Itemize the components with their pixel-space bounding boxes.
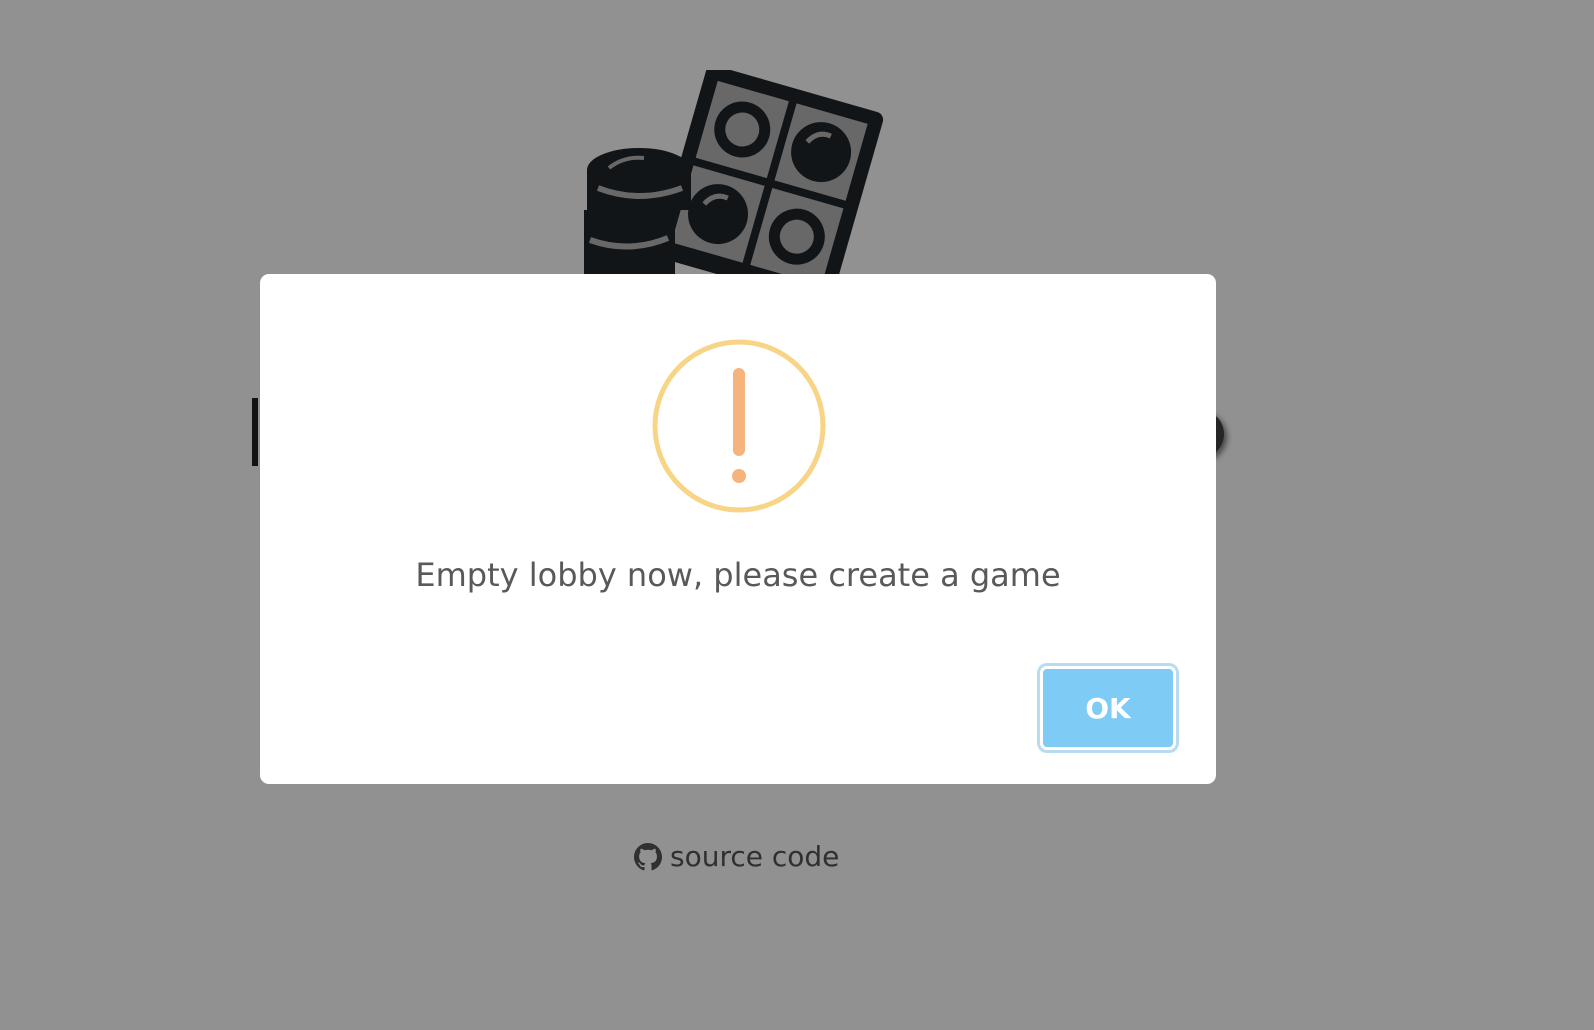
ok-button[interactable]: OK bbox=[1037, 663, 1179, 753]
warning-exclamation-icon bbox=[652, 339, 826, 513]
alert-message: Empty lobby now, please create a game bbox=[415, 556, 1061, 594]
alert-dialog: Empty lobby now, please create a game OK bbox=[260, 274, 1216, 784]
